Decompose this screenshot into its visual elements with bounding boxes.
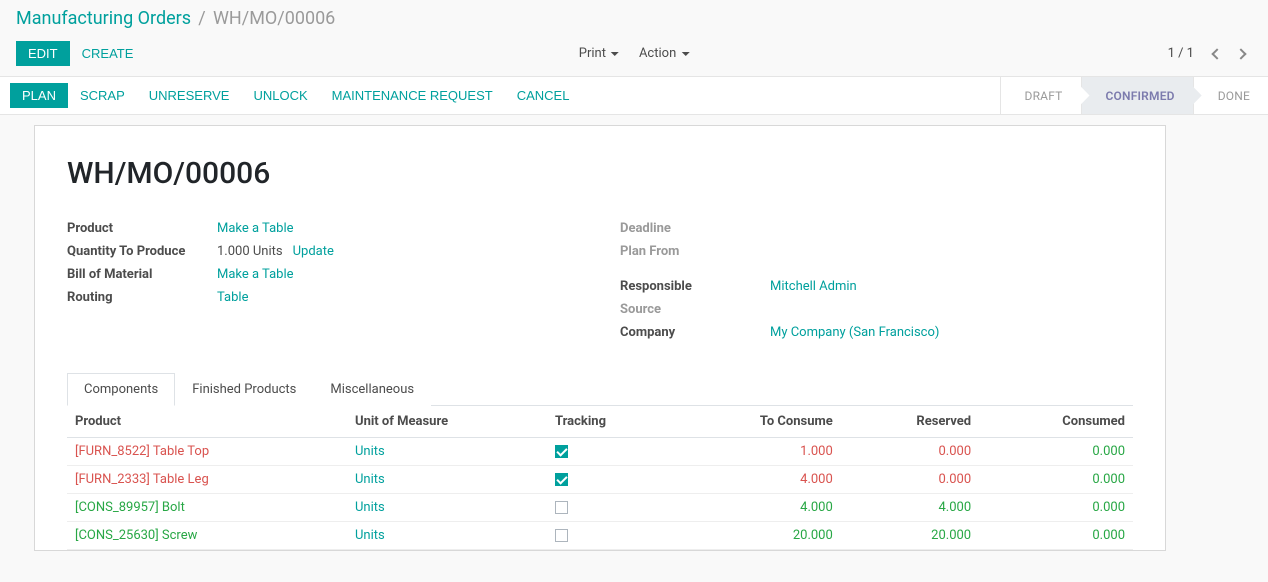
print-label: Print [579,46,606,61]
cell-product[interactable]: [FURN_8522] Table Top [75,444,209,459]
cell-reserved: 20.000 [931,528,971,543]
status-step-confirmed[interactable]: CONFIRMED [1081,77,1193,114]
cell-uom[interactable]: Units [355,472,385,487]
caret-icon [681,52,689,56]
cell-reserved: 0.000 [938,472,971,487]
form-sheet: WH/MO/00006 Product Make a Table Quantit… [34,125,1166,551]
caret-icon [611,52,619,56]
value-quantity: 1.000 Units [217,244,283,259]
th-reserved[interactable]: Reserved [841,406,979,438]
cell-reserved: 0.000 [938,444,971,459]
cell-toconsume: 4.000 [800,500,833,515]
label-planfrom: Plan From [620,244,770,259]
tracking-checkbox[interactable] [555,501,568,514]
cell-uom[interactable]: Units [355,500,385,515]
label-deadline: Deadline [620,221,770,236]
breadcrumb-parent[interactable]: Manufacturing Orders [16,8,191,29]
value-company[interactable]: My Company (San Francisco) [770,325,939,340]
record-title: WH/MO/00006 [67,156,1133,191]
status-steps: DRAFT CONFIRMED DONE [1000,77,1268,114]
cell-reserved: 4.000 [938,500,971,515]
table-row[interactable]: [FURN_2333] Table Leg Units 4.000 0.000 0.00… [67,466,1133,494]
th-product[interactable]: Product [67,406,347,438]
fields-col-left: Product Make a Table Quantity To Produce… [67,217,580,344]
pager-text: 1 / 1 [1168,46,1194,61]
pager-next-button[interactable] [1230,43,1252,65]
tab-components[interactable]: Components [67,373,175,406]
tab-miscellaneous[interactable]: Miscellaneous [313,373,431,406]
value-product[interactable]: Make a Table [217,221,294,236]
cell-consumed: 0.000 [1092,500,1125,515]
pager-prev-button[interactable] [1206,43,1228,65]
label-source: Source [620,302,770,317]
scrap-button[interactable]: SCRAP [68,83,137,108]
status-step-done[interactable]: DONE [1193,77,1268,114]
update-quantity-link[interactable]: Update [293,244,334,259]
cell-toconsume: 4.000 [800,472,833,487]
value-bom[interactable]: Make a Table [217,267,294,282]
label-product: Product [67,221,217,236]
action-label: Action [639,46,676,61]
tab-finished-products[interactable]: Finished Products [175,373,313,406]
tracking-checkbox[interactable] [555,445,568,458]
breadcrumb-current: WH/MO/00006 [213,8,335,29]
chevron-left-icon [1211,48,1222,59]
label-bom: Bill of Material [67,267,217,282]
unlock-button[interactable]: UNLOCK [241,83,319,108]
status-step-draft[interactable]: DRAFT [1000,77,1081,114]
value-routing[interactable]: Table [217,290,248,305]
breadcrumb: Manufacturing Orders / WH/MO/00006 [0,0,1268,33]
breadcrumb-sep: / [198,8,205,29]
unreserve-button[interactable]: UNRESERVE [137,83,242,108]
th-consumed[interactable]: Consumed [979,406,1133,438]
cell-toconsume: 20.000 [793,528,833,543]
chevron-right-icon [1235,48,1246,59]
cell-product[interactable]: [CONS_25630] Screw [75,528,197,543]
cell-uom[interactable]: Units [355,528,385,543]
table-row[interactable]: [FURN_8522] Table Top Units 1.000 0.000 0.00… [67,438,1133,466]
cell-product[interactable]: [CONS_89957] Bolt [75,500,185,515]
cell-product[interactable]: [FURN_2333] Table Leg [75,472,209,487]
label-routing: Routing [67,290,217,305]
value-responsible[interactable]: Mitchell Admin [770,279,857,294]
table-row[interactable]: [CONS_25630] Screw Units 20.000 20.000 0.000 [67,522,1133,550]
th-tracking[interactable]: Tracking [547,406,667,438]
cancel-button[interactable]: CANCEL [505,83,582,108]
cell-toconsume: 1.000 [800,444,833,459]
cell-consumed: 0.000 [1092,444,1125,459]
controls-row: EDIT CREATE Print Action 1 / 1 [0,33,1268,77]
plan-button[interactable]: PLAN [10,83,68,108]
fields-col-right: Deadline Plan From ResponsibleMitchell A… [620,217,1133,344]
cell-consumed: 0.000 [1092,472,1125,487]
maintenance-request-button[interactable]: MAINTENANCE REQUEST [320,83,505,108]
tabs: Components Finished Products Miscellaneo… [67,372,1133,406]
components-table: Product Unit of Measure Tracking To Cons… [67,406,1133,550]
tracking-checkbox[interactable] [555,473,568,486]
status-row: PLAN SCRAP UNRESERVE UNLOCK MAINTENANCE … [0,77,1268,115]
edit-button[interactable]: EDIT [16,41,70,66]
label-quantity: Quantity To Produce [67,244,217,259]
create-button[interactable]: CREATE [70,41,146,66]
th-uom[interactable]: Unit of Measure [347,406,547,438]
tracking-checkbox[interactable] [555,529,568,542]
label-responsible: Responsible [620,279,770,294]
table-row[interactable]: [CONS_89957] Bolt Units 4.000 4.000 0.000 [67,494,1133,522]
cell-uom[interactable]: Units [355,444,385,459]
cell-consumed: 0.000 [1092,528,1125,543]
th-toconsume[interactable]: To Consume [667,406,841,438]
action-dropdown[interactable]: Action [639,46,689,61]
print-dropdown[interactable]: Print [579,46,619,61]
label-company: Company [620,325,770,340]
